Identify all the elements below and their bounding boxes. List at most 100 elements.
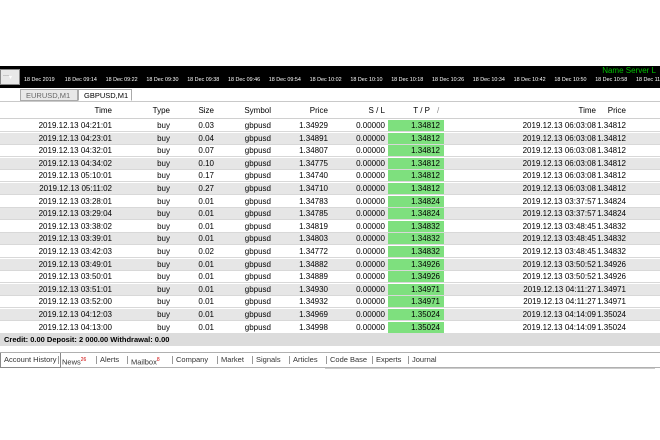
table-row[interactable]: 2019.12.13 04:21:01 buy 0.03 gbpusd 1.34929 0…	[0, 120, 660, 132]
tab-mailbox[interactable]: Mailbox8	[131, 353, 160, 367]
cell-stop-loss: 0.00000	[356, 297, 385, 307]
table-row[interactable]: 2019.12.13 05:11:02 buy 0.27 gbpusd 1.34710 0…	[0, 183, 660, 195]
cell-open-time: 2019.12.13 03:38:02	[38, 221, 112, 231]
tab-separator	[217, 356, 218, 364]
cell-stop-loss: 0.00000	[356, 234, 385, 244]
time-axis-label: 18 Dec 2019	[24, 77, 55, 83]
cell-open-time: 2019.12.13 03:51:01	[38, 284, 112, 294]
table-row[interactable]: 2019.12.13 03:49:01 buy 0.01 gbpusd 1.34882 0…	[0, 258, 660, 271]
cell-size: 0.01	[198, 310, 214, 319]
tab-separator	[408, 356, 409, 364]
cell-size: 0.01	[198, 272, 214, 282]
table-row[interactable]: 2019.12.13 05:10:01 buy 0.17 gbpusd 1.34740 0…	[0, 170, 660, 183]
cell-take-profit: 1.34812	[411, 184, 440, 193]
tab-label: Alerts	[100, 355, 120, 364]
col-header-type[interactable]: Type	[153, 104, 170, 118]
table-row[interactable]: 2019.12.13 04:34:02 buy 0.10 gbpusd 1.34775 0…	[0, 157, 660, 170]
cell-type: buy	[157, 184, 170, 193]
account-summary-bar: Credit: 0.00 Deposit: 2 000.00 Withdrawa…	[0, 333, 660, 346]
cell-close-price: 1.34832	[597, 247, 626, 256]
table-row[interactable]: 2019.12.13 03:50:01 buy 0.01 gbpusd 1.34889 0…	[0, 271, 660, 284]
tab-signals[interactable]: Signals	[256, 353, 281, 367]
cell-stop-loss: 0.00000	[356, 322, 385, 332]
time-axis-label: 18 Dec 10:50	[554, 77, 587, 83]
cell-symbol: gbpusd	[244, 121, 271, 130]
cell-size: 0.07	[198, 146, 214, 156]
cell-type: buy	[157, 196, 170, 206]
cell-symbol: gbpusd	[244, 171, 271, 181]
tab-label: Market	[221, 355, 244, 364]
tab-market[interactable]: Market	[221, 353, 244, 367]
table-row[interactable]: 2019.12.13 04:32:01 buy 0.07 gbpusd 1.34807 0…	[0, 145, 660, 158]
cell-type: buy	[157, 284, 170, 294]
col-header-symbol[interactable]: Symbol	[244, 104, 271, 118]
table-row[interactable]: 2019.12.13 03:38:02 buy 0.01 gbpusd 1.34819 0…	[0, 220, 660, 233]
cell-stop-loss: 0.00000	[356, 121, 385, 130]
cell-type: buy	[157, 171, 170, 181]
cell-close-time: 2019.12.13 06:03:08	[522, 146, 596, 156]
cell-close-time: 2019.12.13 03:50:52	[522, 272, 596, 282]
table-row[interactable]: 2019.12.13 03:51:01 buy 0.01 gbpusd 1.34930 0…	[0, 283, 660, 296]
cell-symbol: gbpusd	[244, 310, 271, 319]
cell-close-price: 1.34812	[597, 146, 626, 156]
cell-size: 0.01	[198, 297, 214, 307]
cell-size: 0.01	[198, 234, 214, 244]
tab-gbpusd-m1[interactable]: GBPUSD,M1	[78, 89, 132, 101]
cell-close-price: 1.35024	[597, 310, 626, 319]
table-row[interactable]: 2019.12.13 03:39:01 buy 0.01 gbpusd 1.34803 0…	[0, 233, 660, 246]
cell-take-profit: 1.35024	[411, 322, 440, 332]
tab-separator	[96, 356, 97, 364]
tab-eurusd-m1[interactable]: EURUSD,M1	[20, 89, 78, 101]
cell-stop-loss: 0.00000	[356, 247, 385, 256]
cell-size: 0.01	[198, 196, 214, 206]
cell-open-price: 1.34998	[299, 322, 328, 332]
col-header-tp[interactable]: T / P	[413, 104, 430, 118]
tab-company[interactable]: Company	[176, 353, 208, 367]
col-header-sl[interactable]: S / L	[369, 104, 385, 118]
cell-open-time: 2019.12.13 05:10:01	[38, 171, 112, 181]
cell-open-price: 1.34889	[299, 272, 328, 282]
tab-journal[interactable]: Journal	[412, 353, 437, 367]
cell-open-price: 1.34882	[299, 259, 328, 269]
cell-close-price: 1.34812	[597, 121, 626, 130]
table-row[interactable]: 2019.12.13 04:12:03 buy 0.01 gbpusd 1.34969 0…	[0, 309, 660, 321]
table-row[interactable]: 2019.12.13 03:52:00 buy 0.01 gbpusd 1.34932 0…	[0, 296, 660, 309]
cell-open-price: 1.34932	[299, 297, 328, 307]
tab-news[interactable]: News26	[62, 353, 86, 367]
tab-articles[interactable]: Articles	[293, 353, 318, 367]
time-axis: 18 Dec 2019 18 Dec 09:14 18 Dec 09:22 18 De…	[0, 77, 660, 87]
tab-experts[interactable]: Experts	[376, 353, 401, 367]
account-summary-text: Credit: 0.00 Deposit: 2 000.00 Withdrawa…	[4, 335, 170, 344]
col-header-close-time[interactable]: Time	[579, 104, 596, 118]
cell-close-price: 1.34971	[597, 297, 626, 307]
cell-type: buy	[157, 259, 170, 269]
cell-symbol: gbpusd	[244, 133, 271, 143]
time-axis-label: 18 Dec 09:38	[187, 77, 220, 83]
cell-close-time: 2019.12.13 03:37:57	[522, 196, 596, 206]
cell-take-profit: 1.34812	[411, 133, 440, 143]
table-row[interactable]: 2019.12.13 03:42:03 buy 0.02 gbpusd 1.34772 0…	[0, 246, 660, 258]
table-row[interactable]: 2019.12.13 03:28:01 buy 0.01 gbpusd 1.34783 0…	[0, 195, 660, 208]
cell-type: buy	[157, 146, 170, 156]
cell-symbol: gbpusd	[244, 297, 271, 307]
cell-take-profit: 1.34971	[411, 297, 440, 307]
tab-code-base[interactable]: Code Base	[330, 353, 367, 367]
cell-close-time: 2019.12.13 06:03:08	[522, 158, 596, 168]
cell-open-time: 2019.12.13 03:39:01	[38, 234, 112, 244]
table-row[interactable]: 2019.12.13 04:23:01 buy 0.04 gbpusd 1.34891 0…	[0, 132, 660, 145]
cell-close-price: 1.34832	[597, 234, 626, 244]
tab-alerts[interactable]: Alerts	[100, 353, 119, 367]
col-header-price[interactable]: Price	[310, 104, 328, 118]
cell-close-time: 2019.12.13 04:14:09	[522, 322, 596, 332]
col-header-time[interactable]: Time	[95, 104, 112, 118]
cell-size: 0.01	[198, 209, 214, 219]
table-row[interactable]: 2019.12.13 03:29:04 buy 0.01 gbpusd 1.34785 0…	[0, 208, 660, 221]
col-header-close-price[interactable]: Price	[608, 104, 626, 118]
tab-account-history[interactable]: Account History	[0, 353, 61, 368]
cell-size: 0.01	[198, 259, 214, 269]
cell-close-time: 2019.12.13 06:03:08	[522, 171, 596, 181]
cell-open-price: 1.34785	[299, 209, 328, 219]
cell-take-profit: 1.34832	[411, 234, 440, 244]
table-row[interactable]: 2019.12.13 04:13:00 buy 0.01 gbpusd 1.34998 0…	[0, 321, 660, 334]
col-header-size[interactable]: Size	[198, 104, 214, 118]
